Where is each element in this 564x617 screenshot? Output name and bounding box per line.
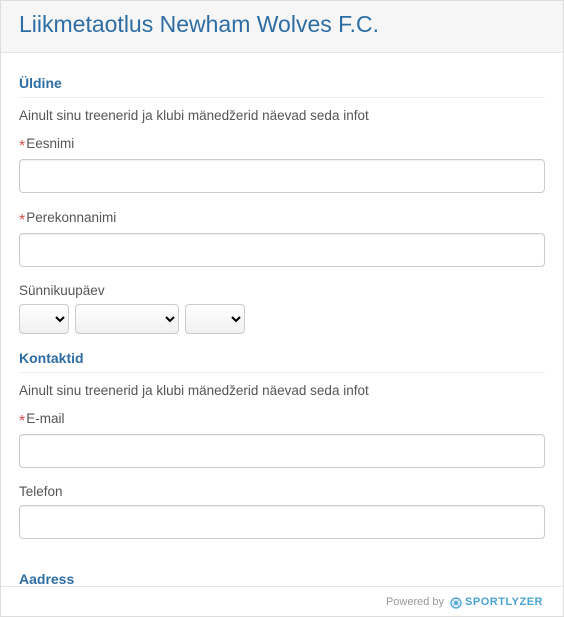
- section-title-contacts: Kontaktid: [19, 350, 545, 366]
- privacy-note-general: Ainult sinu treenerid ja klubi mänedžeri…: [19, 108, 545, 123]
- form-header: Liikmetaotlus Newham Wolves F.C.: [1, 1, 563, 53]
- page-title: Liikmetaotlus Newham Wolves F.C.: [19, 11, 545, 38]
- section-title-address: Aadress: [19, 571, 545, 586]
- label-firstname: *Eesnimi: [19, 135, 545, 153]
- dob-row: [19, 304, 545, 334]
- privacy-note-contacts: Ainult sinu treenerid ja klubi mänedžeri…: [19, 383, 545, 398]
- brand-link[interactable]: SPORTLYZER: [450, 596, 543, 608]
- dob-day-select[interactable]: [19, 304, 69, 334]
- label-dob: Sünnikuupäev: [19, 283, 545, 298]
- divider: [19, 372, 545, 373]
- dob-year-select[interactable]: [185, 304, 245, 334]
- brand-name: SPORTLYZER: [465, 596, 543, 608]
- widget-frame: Liikmetaotlus Newham Wolves F.C. Üldine …: [0, 0, 564, 617]
- form-content: Üldine Ainult sinu treenerid ja klubi mä…: [1, 53, 563, 586]
- powered-by-label: Powered by: [386, 596, 444, 608]
- required-star-icon: *: [19, 212, 25, 229]
- footer: Powered by SPORTLYZER: [1, 586, 563, 616]
- scroll-area[interactable]: Liikmetaotlus Newham Wolves F.C. Üldine …: [1, 1, 563, 586]
- label-lastname-text: Perekonnanimi: [26, 210, 116, 225]
- firstname-input[interactable]: [19, 159, 545, 193]
- label-phone: Telefon: [19, 484, 545, 499]
- label-email: *E-mail: [19, 410, 545, 428]
- required-star-icon: *: [19, 413, 25, 430]
- label-lastname: *Perekonnanimi: [19, 209, 545, 227]
- dob-month-select[interactable]: [75, 304, 179, 334]
- lastname-input[interactable]: [19, 233, 545, 267]
- email-input[interactable]: [19, 434, 545, 468]
- divider: [19, 97, 545, 98]
- sportlyzer-logo-icon: [450, 596, 462, 608]
- required-star-icon: *: [19, 138, 25, 155]
- phone-input[interactable]: [19, 505, 545, 539]
- label-firstname-text: Eesnimi: [26, 136, 74, 151]
- label-email-text: E-mail: [26, 411, 64, 426]
- section-title-general: Üldine: [19, 75, 545, 91]
